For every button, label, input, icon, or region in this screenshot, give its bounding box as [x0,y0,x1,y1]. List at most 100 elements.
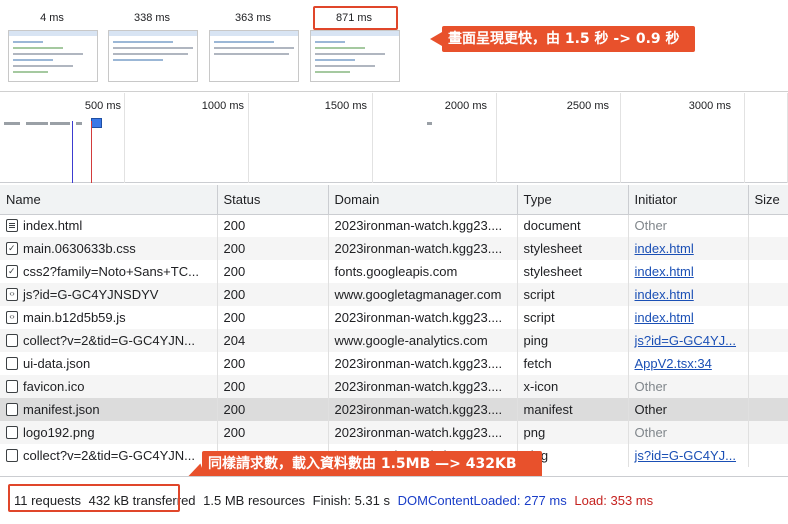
dcl-marker [72,121,73,183]
cell-initiator[interactable]: index.html [628,283,749,306]
script-icon [6,288,18,301]
cell-status: 200 [217,260,329,283]
request-name: css2?family=Noto+Sans+TC... [23,264,199,279]
table-row[interactable]: css2?family=Noto+Sans+TC... 200fonts.goog… [0,260,788,283]
column-header-domain[interactable]: Domain [328,185,518,215]
cell-type: manifest [517,398,629,421]
cell-initiator[interactable]: index.html [628,237,749,260]
cell-domain: fonts.googleapis.com [328,260,518,283]
cell-size [748,444,788,467]
cell-name[interactable]: css2?family=Noto+Sans+TC... [0,260,218,283]
cell-name[interactable]: collect?v=2&tid=G-GC4YJN... [0,444,218,467]
table-row[interactable]: main.b12d5b59.js 2002023ironman-watch.kgg… [0,306,788,329]
table-row[interactable]: collect?v=2&tid=G-GC4YJN... 204www.google… [0,329,788,352]
cell-status: 200 [217,398,329,421]
cell-domain: 2023ironman-watch.kgg23.... [328,375,518,398]
cell-domain: 2023ironman-watch.kgg23.... [328,398,518,421]
frame-time: 4 ms [40,12,64,24]
column-header-type[interactable]: Type [517,185,629,215]
cell-size [748,306,788,329]
cell-initiator[interactable]: index.html [628,306,749,329]
table-row[interactable]: logo192.png 200 2023ironman-watch.kgg23...… [0,421,788,444]
cell-size [748,421,788,444]
cell-initiator: Other [628,375,749,398]
request-name: collect?v=2&tid=G-GC4YJN... [23,448,195,463]
column-header-initiator[interactable]: Initiator [628,185,749,215]
overview-timeline[interactable]: 500 ms 1000 ms 1500 ms 2000 ms 2500 ms 3… [0,93,788,183]
tick-label: 2500 ms [566,100,609,112]
request-bar [427,122,432,125]
tick-label: 1500 ms [324,100,367,112]
frame-thumbnail [310,30,400,82]
request-name: collect?v=2&tid=G-GC4YJN... [23,333,195,348]
request-name: main.b12d5b59.js [23,310,126,325]
blank-file-icon [6,426,18,439]
dom-content-loaded: DOMContentLoaded: 277 ms [397,493,567,508]
blank-file-icon [6,357,18,370]
request-bar [50,122,70,125]
tick-label: 1000 ms [201,100,244,112]
table-row[interactable]: ui-data.json 200 2023ironman-watch.kgg23..… [0,352,788,375]
cell-name[interactable]: collect?v=2&tid=G-GC4YJN... [0,329,218,352]
filmstrip: 4 ms 338 ms 363 ms 871 ms 畫面呈現更快，由 1.5 秒… [0,0,788,92]
cell-name[interactable]: ui-data.json [0,352,218,375]
request-name: js?id=G-GC4YJNSDYV [23,287,159,302]
cell-type: fetch [517,352,629,375]
cell-type: x-icon [517,375,629,398]
stylesheet-icon [6,242,18,255]
table-row[interactable]: favicon.ico 200 2023ironman-watch.kgg23...… [0,375,788,398]
cell-size [748,352,788,375]
request-name: ui-data.json [23,356,91,371]
frame-thumbnail [108,30,198,82]
cell-type: script [517,306,629,329]
highlight-box [313,6,398,30]
cell-size [748,260,788,283]
request-bar [76,122,82,125]
cell-name[interactable]: favicon.ico [0,375,218,398]
table-row[interactable]: manifest.json 200 2023ironman-watch.kgg23.… [0,398,788,421]
cell-initiator[interactable]: AppV2.tsx:34 [628,352,749,375]
table-row[interactable]: main.0630633b.css 2002023ironman-watch.kg… [0,237,788,260]
cell-initiator[interactable]: js?id=G-GC4YJ... [628,444,749,467]
cell-domain: www.googletagmanager.com [328,283,518,306]
cell-domain: 2023ironman-watch.kgg23.... [328,421,518,444]
frame-time: 363 ms [234,12,272,24]
load-time: Load: 353 ms [574,493,654,508]
request-bar [91,118,102,128]
tick-label: 500 ms [84,100,121,112]
table-row[interactable]: index.html 200 2023ironman-watch.kgg23....… [0,214,788,237]
network-request-table: Name Status Domain Type Initiator Size i… [0,185,788,475]
column-header-size[interactable]: Size [748,185,788,215]
table-row[interactable]: js?id=G-GC4YJNSDYV 200www.googletagmanage… [0,283,788,306]
blank-file-icon [6,334,18,347]
script-icon [6,311,18,324]
callout-arrow [430,32,442,46]
cell-name[interactable]: main.0630633b.css [0,237,218,260]
request-name: logo192.png [23,425,95,440]
cell-initiator[interactable]: js?id=G-GC4YJ... [628,329,749,352]
cell-name[interactable]: manifest.json [0,398,218,421]
load-marker [91,121,92,183]
tick-label: 2000 ms [444,100,487,112]
cell-domain: www.google-analytics.com [328,329,518,352]
column-header-status[interactable]: Status [217,185,329,215]
frame-thumbnail [8,30,98,82]
column-header-name[interactable]: Name [0,185,218,215]
request-name: index.html [23,218,83,234]
cell-type: document [517,214,629,237]
request-name: main.0630633b.css [23,241,136,256]
cell-name[interactable]: js?id=G-GC4YJNSDYV [0,283,218,306]
highlight-box [8,484,180,512]
cell-status: 200 [217,237,329,260]
cell-initiator[interactable]: index.html [628,260,749,283]
cell-status: 200 [217,421,329,444]
cell-name[interactable]: logo192.png [0,421,218,444]
cell-name[interactable]: main.b12d5b59.js [0,306,218,329]
blank-file-icon [6,403,18,416]
cell-type: ping [517,329,629,352]
blank-file-icon [6,380,18,393]
cell-type: png [517,421,629,444]
document-icon [6,219,18,233]
cell-name[interactable]: index.html [0,214,218,237]
cell-size [748,283,788,306]
